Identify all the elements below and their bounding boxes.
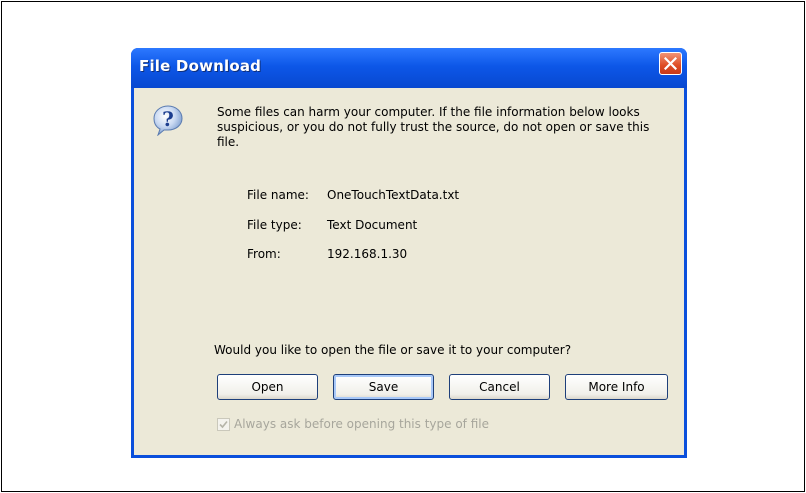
warning-text: Some files can harm your computer. If th… bbox=[217, 105, 650, 149]
svg-text:?: ? bbox=[162, 107, 174, 131]
checkmark-icon bbox=[219, 420, 228, 429]
download-question: Would you like to open the file or save … bbox=[214, 343, 572, 357]
save-button[interactable]: Save bbox=[333, 374, 434, 400]
open-button[interactable]: Open bbox=[217, 374, 318, 400]
file-name-value: OneTouchTextData.txt bbox=[327, 188, 460, 202]
dialog-body: ? Some files can harm your computer. If … bbox=[134, 88, 684, 455]
file-type-label: File type: bbox=[247, 218, 302, 232]
question-icon: ? bbox=[153, 105, 183, 136]
dialog-title: File Download bbox=[139, 57, 262, 75]
file-type-value: Text Document bbox=[327, 218, 418, 232]
close-icon bbox=[664, 57, 677, 70]
from-value: 192.168.1.30 bbox=[327, 247, 408, 261]
always-ask-checkbox[interactable] bbox=[217, 418, 230, 431]
file-download-dialog: File Download ? Some files can harm your… bbox=[131, 48, 687, 458]
file-name-label: File name: bbox=[247, 188, 309, 202]
cancel-button[interactable]: Cancel bbox=[449, 374, 550, 400]
from-label: From: bbox=[247, 247, 281, 261]
title-bar[interactable]: File Download bbox=[131, 48, 687, 88]
always-ask-label[interactable]: Always ask before opening this type of f… bbox=[234, 417, 489, 431]
close-button[interactable] bbox=[659, 52, 682, 75]
more-info-button[interactable]: More Info bbox=[565, 374, 668, 400]
